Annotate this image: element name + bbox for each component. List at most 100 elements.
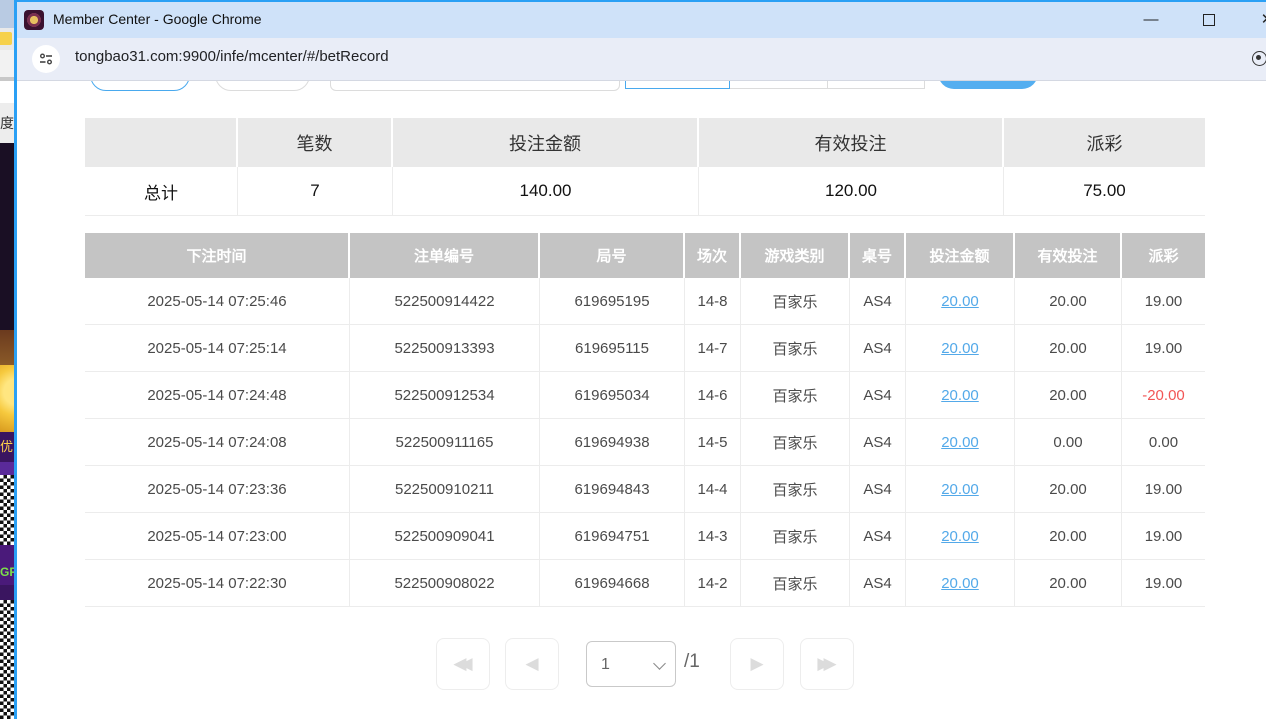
header-bet-id: 注单编号: [350, 233, 540, 278]
bet-amount-value[interactable]: 20.00: [941, 434, 979, 451]
bet-amount-link[interactable]: 20.00: [906, 278, 1015, 325]
url-text[interactable]: tongbao31.com:9900/infe/mcenter/#/betRec…: [75, 48, 389, 65]
header-table-no: 桌号: [850, 233, 906, 278]
tune-icon: [39, 52, 53, 66]
round-cell: 619694668: [540, 560, 685, 607]
bet-table-body: 2025-05-14 07:25:46522500914422619695195…: [85, 278, 1205, 607]
table-row: 2025-05-14 07:24:48522500912534619695034…: [85, 372, 1205, 419]
session-cell: 14-6: [685, 372, 741, 419]
url-bar[interactable]: tongbao31.com:9900/infe/mcenter/#/betRec…: [17, 38, 1266, 81]
round-cell: 619694751: [540, 513, 685, 560]
quick-range-button-active[interactable]: [625, 81, 730, 89]
header-valid-bet: 有效投注: [1015, 233, 1122, 278]
filter-tab-active[interactable]: [90, 81, 190, 91]
bet-amount-value[interactable]: 20.00: [941, 481, 979, 498]
qr-code-fragment: [0, 475, 14, 545]
table-row: 2025-05-14 07:23:36522500910211619694843…: [85, 466, 1205, 513]
round-cell: 619694843: [540, 466, 685, 513]
table-no-cell: AS4: [850, 466, 906, 513]
valid-bet-cell: 0.00: [1015, 419, 1122, 466]
page-total-label: /1: [684, 651, 700, 673]
bet-amount-value[interactable]: 20.00: [941, 293, 979, 310]
bet-time-cell: 2025-05-14 07:24:08: [85, 419, 350, 466]
summary-total-valid-bet: 120.00: [699, 167, 1004, 216]
page-select[interactable]: 1: [586, 641, 676, 687]
header-bet-time: 下注时间: [85, 233, 350, 278]
bet-time-cell: 2025-05-14 07:25:46: [85, 278, 350, 325]
payout-cell: 19.00: [1122, 466, 1205, 513]
session-cell: 14-7: [685, 325, 741, 372]
payout-cell: 19.00: [1122, 278, 1205, 325]
bet-amount-value[interactable]: 20.00: [941, 528, 979, 545]
maximize-button[interactable]: [1190, 2, 1228, 38]
table-no-cell: AS4: [850, 325, 906, 372]
table-no-cell: AS4: [850, 372, 906, 419]
gold-coin-graphic: [0, 365, 14, 432]
bet-amount-link[interactable]: 20.00: [906, 560, 1015, 607]
table-row: 2025-05-14 07:22:30522500908022619694668…: [85, 560, 1205, 607]
summary-header-bet-amount: 投注金额: [393, 118, 699, 167]
bet-id-cell: 522500912534: [350, 372, 540, 419]
bet-time-cell: 2025-05-14 07:24:48: [85, 372, 350, 419]
bet-amount-link[interactable]: 20.00: [906, 466, 1015, 513]
table-row: 2025-05-14 07:25:14522500913393619695115…: [85, 325, 1205, 372]
background-fragment: [0, 330, 14, 365]
quick-range-button[interactable]: [827, 81, 925, 89]
page-content: 笔数 投注金额 有效投注 派彩 总计 7 140.00 120.00 75.00…: [17, 81, 1266, 719]
game-type-cell: 百家乐: [741, 372, 850, 419]
background-fragment: [0, 462, 14, 475]
maximize-icon: [1203, 14, 1215, 26]
background-text-fragment: GR: [0, 560, 14, 585]
table-row: 2025-05-14 07:24:08522500911165619694938…: [85, 419, 1205, 466]
valid-bet-cell: 20.00: [1015, 372, 1122, 419]
background-page-strip: 度 优 GR: [0, 0, 14, 719]
round-cell: 619694938: [540, 419, 685, 466]
game-type-cell: 百家乐: [741, 466, 850, 513]
valid-bet-cell: 20.00: [1015, 466, 1122, 513]
bet-amount-link[interactable]: 20.00: [906, 419, 1015, 466]
session-cell: 14-2: [685, 560, 741, 607]
payout-cell: 19.00: [1122, 513, 1205, 560]
minimize-button[interactable]: —: [1132, 2, 1170, 38]
bet-amount-value[interactable]: 20.00: [941, 340, 979, 357]
window-titlebar[interactable]: Member Center - Google Chrome — ✕: [17, 2, 1266, 38]
background-fragment: [0, 81, 14, 103]
next-page-button[interactable]: ▶: [730, 638, 784, 690]
bet-amount-link[interactable]: 20.00: [906, 372, 1015, 419]
bet-id-cell: 522500911165: [350, 419, 540, 466]
site-settings-button[interactable]: [32, 45, 60, 73]
quick-range-button[interactable]: [729, 81, 828, 89]
date-range-input[interactable]: [330, 81, 620, 91]
screen: { "browser": { "title": "Member Center -…: [0, 0, 1266, 719]
background-fragment: [0, 585, 14, 600]
round-cell: 619695115: [540, 325, 685, 372]
game-type-cell: 百家乐: [741, 560, 850, 607]
header-round: 局号: [540, 233, 685, 278]
header-payout: 派彩: [1122, 233, 1205, 278]
summary-header-payout: 派彩: [1004, 118, 1205, 167]
prev-page-button[interactable]: ◀: [505, 638, 559, 690]
qr-code-fragment: [0, 600, 14, 719]
bet-amount-link[interactable]: 20.00: [906, 325, 1015, 372]
search-button[interactable]: [938, 81, 1038, 89]
background-fragment: [0, 143, 14, 330]
header-session: 场次: [685, 233, 741, 278]
bet-id-cell: 522500914422: [350, 278, 540, 325]
bet-amount-value[interactable]: 20.00: [941, 387, 979, 404]
summary-table: 笔数 投注金额 有效投注 派彩 总计 7 140.00 120.00 75.00: [85, 118, 1205, 216]
payout-cell: -20.00: [1122, 372, 1205, 419]
summary-total-count: 7: [238, 167, 393, 216]
bet-time-cell: 2025-05-14 07:25:14: [85, 325, 350, 372]
background-fragment: [0, 50, 14, 77]
table-no-cell: AS4: [850, 419, 906, 466]
close-button[interactable]: ✕: [1248, 2, 1266, 38]
bet-amount-link[interactable]: 20.00: [906, 513, 1015, 560]
valid-bet-cell: 20.00: [1015, 278, 1122, 325]
target-icon[interactable]: [1252, 51, 1266, 66]
first-page-button[interactable]: ◀◀: [436, 638, 490, 690]
background-fragment: [0, 545, 14, 560]
last-page-button[interactable]: ▶▶: [800, 638, 854, 690]
bet-amount-value[interactable]: 20.00: [941, 575, 979, 592]
filter-tab[interactable]: [215, 81, 310, 91]
background-fragment: [0, 0, 14, 28]
